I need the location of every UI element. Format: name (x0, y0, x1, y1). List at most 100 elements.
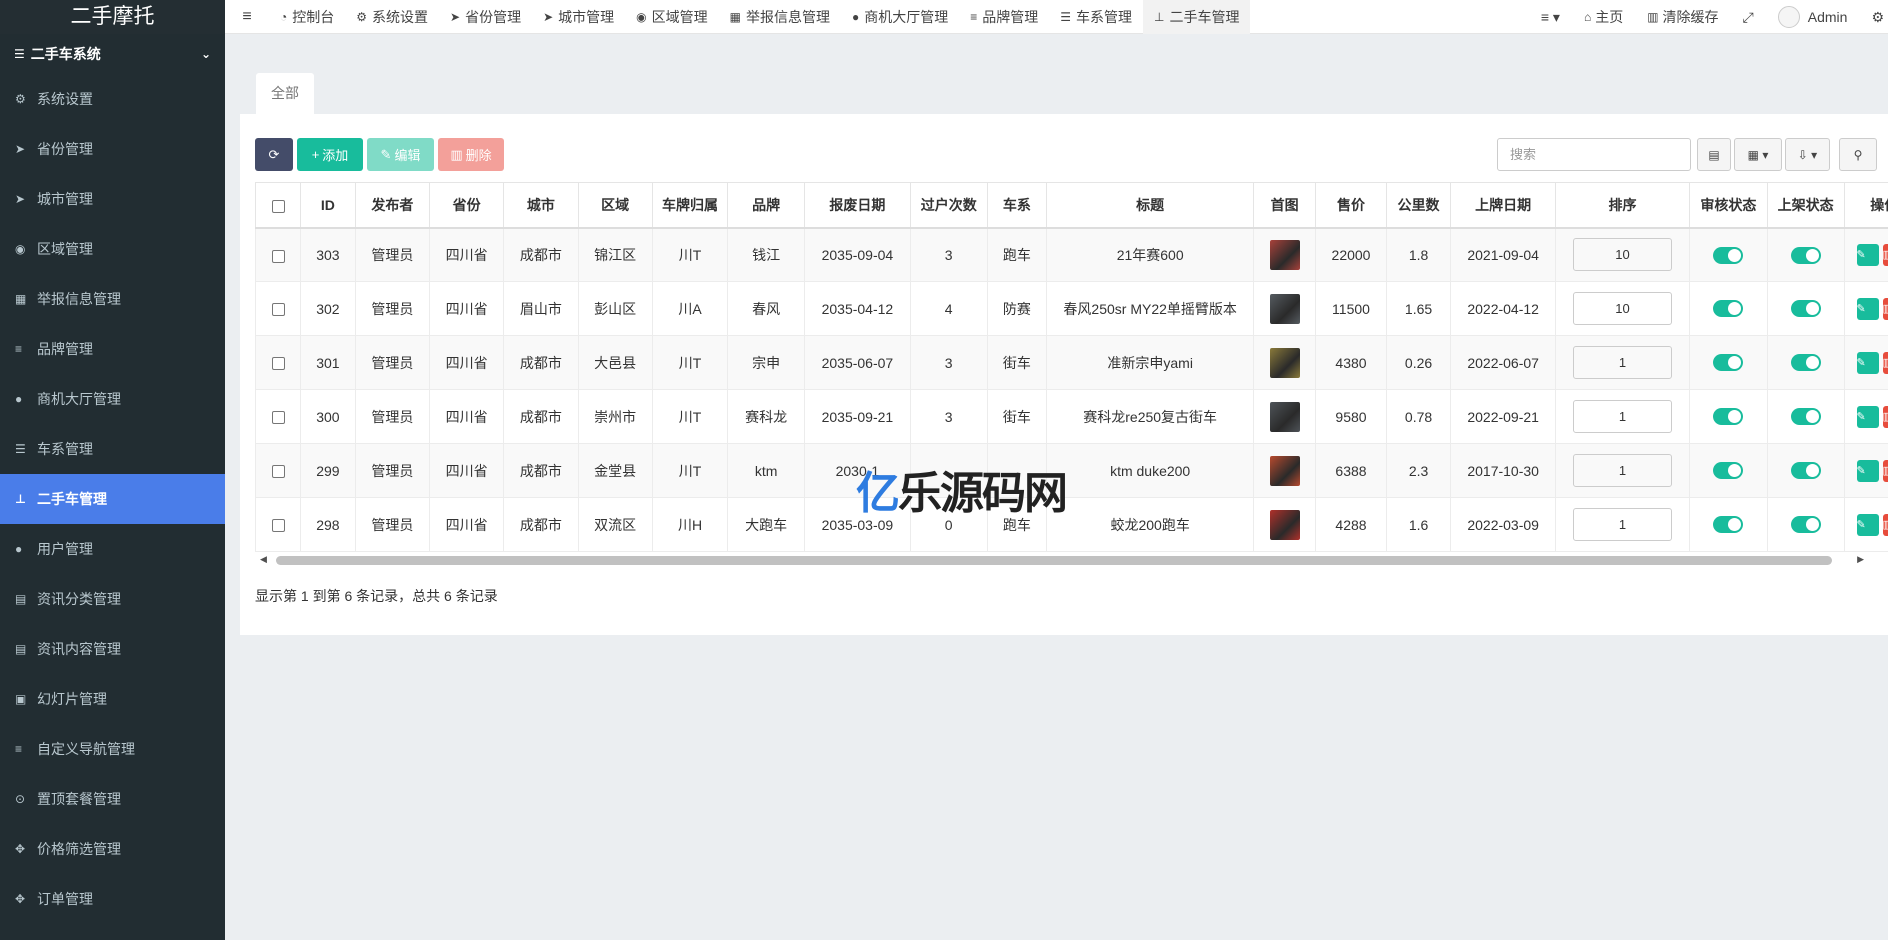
fullscreen-button[interactable]: ⤢ (1731, 9, 1766, 26)
search-button[interactable]: ⚲ (1839, 138, 1877, 171)
scroll-right-icon[interactable]: ▶ (1857, 554, 1864, 565)
sidebar-item[interactable]: ● 用户管理 (0, 524, 225, 574)
thumbnail-image[interactable] (1269, 455, 1300, 486)
nav-tab[interactable]: ● 商机大厅管理 (841, 0, 959, 34)
row-delete-button[interactable]: ▥ (1882, 459, 1888, 482)
column-header[interactable]: 公里数 (1385, 182, 1452, 229)
columns-button[interactable]: ▦ ▾ (1734, 138, 1782, 171)
horizontal-scrollbar[interactable]: ◀ ▶ (256, 554, 1876, 566)
table-row[interactable]: 298 管理员 四川省 成都市 双流区 川H 大跑车 2035-03-09 0 跑车 蛟龙200跑车… (255, 497, 1888, 552)
thumbnail-image[interactable] (1269, 347, 1300, 378)
thumbnail-image[interactable] (1269, 293, 1300, 324)
search-input[interactable]: 搜索 (1497, 138, 1691, 171)
tab-all[interactable]: 全部 (256, 73, 314, 114)
column-header[interactable]: 排序 (1555, 182, 1690, 229)
column-header[interactable]: 城市 (503, 182, 579, 229)
export-button[interactable]: ⇩ ▾ (1785, 138, 1830, 171)
home-link[interactable]: ⌂ 主页 (1572, 7, 1635, 27)
edit-button[interactable]: ✎ 编辑 (367, 138, 434, 171)
delete-button[interactable]: ▥ 删除 (438, 138, 504, 171)
review-toggle[interactable] (1713, 516, 1744, 534)
sidebar-item[interactable]: ≡ 品牌管理 (0, 324, 225, 374)
sidebar-item[interactable]: ▤ 资讯分类管理 (0, 574, 225, 624)
row-delete-button[interactable]: ▥ (1882, 297, 1888, 320)
table-row[interactable]: 302 管理员 四川省 眉山市 彭山区 川A 春风 2035-04-12 4 防赛 春风250sr … (255, 281, 1888, 336)
sidebar-item[interactable]: ▣ 幻灯片管理 (0, 674, 225, 724)
nav-tab[interactable]: ⊥ 二手车管理 (1143, 0, 1251, 34)
review-toggle[interactable] (1713, 462, 1744, 480)
sidebar-item[interactable]: ▤ 资讯内容管理 (0, 624, 225, 674)
listing-toggle[interactable] (1790, 516, 1821, 534)
column-header[interactable]: 车牌归属 (651, 182, 729, 229)
row-edit-button[interactable]: ✎ (1856, 243, 1879, 266)
app-logo[interactable]: 二手摩托 (0, 0, 225, 34)
row-edit-button[interactable]: ✎ (1856, 351, 1879, 374)
listing-toggle[interactable] (1790, 300, 1821, 318)
thumbnail-image[interactable] (1269, 509, 1300, 540)
sidebar-item[interactable]: ➤ 省份管理 (0, 124, 225, 174)
clear-cache-button[interactable]: ▥ 清除缓存 (1635, 7, 1730, 27)
sort-input[interactable]: 1 (1572, 400, 1672, 433)
nav-tab[interactable]: ◉ 区域管理 (625, 0, 718, 34)
refresh-button[interactable]: ⟳ (255, 138, 293, 171)
row-delete-button[interactable]: ▥ (1882, 351, 1888, 374)
nav-tab[interactable]: ≡ 品牌管理 (959, 0, 1049, 34)
column-header[interactable]: 品牌 (727, 182, 805, 229)
thumbnail-image[interactable] (1269, 239, 1300, 270)
table-row[interactable]: 303 管理员 四川省 成都市 锦江区 川T 钱江 2035-09-04 3 跑车 21年赛600 2… (255, 227, 1888, 282)
scroll-left-icon[interactable]: ◀ (260, 554, 267, 565)
sidebar-item[interactable]: ▦ 举报信息管理 (0, 274, 225, 324)
sidebar-item[interactable]: ☰ 车系管理 (0, 424, 225, 474)
row-delete-button[interactable]: ▥ (1882, 243, 1888, 266)
row-delete-button[interactable]: ▥ (1882, 405, 1888, 428)
sidebar-group-header[interactable]: ☰ 二手车系统 ⌄ (0, 34, 225, 74)
nav-tab[interactable]: ➤ 省份管理 (439, 0, 532, 34)
row-edit-button[interactable]: ✎ (1856, 459, 1879, 482)
sort-input[interactable]: 1 (1572, 346, 1672, 379)
more-menu-button[interactable]: ≡ ▾ (1529, 9, 1572, 26)
review-toggle[interactable] (1713, 354, 1744, 372)
column-header[interactable]: 首图 (1253, 182, 1317, 229)
sort-input[interactable]: 1 (1572, 508, 1672, 541)
review-toggle[interactable] (1713, 408, 1744, 426)
sidebar-item[interactable]: ⚙ 系统设置 (0, 74, 225, 124)
table-row[interactable]: 300 管理员 四川省 成都市 崇州市 川T 赛科龙 2035-09-21 3 街车 赛科龙re25… (255, 389, 1888, 444)
row-checkbox[interactable] (271, 465, 285, 479)
add-button[interactable]: + 添加 (297, 138, 363, 171)
table-row[interactable]: 299 管理员 四川省 成都市 金堂县 川T ktm 2030-1 ktm duke200 638… (255, 443, 1888, 498)
row-delete-button[interactable]: ▥ (1882, 513, 1888, 536)
toggle-view-button[interactable]: ▤ (1697, 138, 1731, 171)
column-header[interactable]: 车系 (986, 182, 1048, 229)
listing-toggle[interactable] (1790, 354, 1821, 372)
row-checkbox[interactable] (271, 411, 285, 425)
sidebar-item[interactable]: ✥ 价格筛选管理 (0, 824, 225, 874)
nav-tab[interactable]: ⚙ 系统设置 (345, 0, 439, 34)
sidebar-item[interactable]: ➤ 城市管理 (0, 174, 225, 224)
row-edit-button[interactable]: ✎ (1856, 513, 1879, 536)
listing-toggle[interactable] (1790, 246, 1821, 264)
review-toggle[interactable] (1713, 300, 1744, 318)
sidebar-item[interactable]: ◉ 区域管理 (0, 224, 225, 274)
column-header[interactable]: 报废日期 (803, 182, 911, 229)
column-header[interactable]: 区域 (577, 182, 653, 229)
review-toggle[interactable] (1713, 246, 1744, 264)
scrollbar-thumb[interactable] (276, 556, 1832, 565)
column-header[interactable]: 省份 (429, 182, 505, 229)
sort-input[interactable]: 10 (1572, 238, 1672, 272)
column-header[interactable]: 发布者 (354, 182, 431, 229)
sort-input[interactable]: 1 (1572, 454, 1672, 487)
sidebar-item[interactable]: ⊙ 置顶套餐管理 (0, 774, 225, 824)
nav-tab[interactable]: ☰ 车系管理 (1049, 0, 1143, 34)
listing-toggle[interactable] (1790, 462, 1821, 480)
sidebar-item[interactable]: ● 商机大厅管理 (0, 374, 225, 424)
row-edit-button[interactable]: ✎ (1856, 405, 1879, 428)
column-header[interactable]: 操作 (1843, 182, 1888, 229)
row-checkbox[interactable] (271, 357, 285, 371)
row-checkbox[interactable] (271, 303, 285, 317)
column-header[interactable]: ID (300, 182, 356, 229)
sidebar-item[interactable]: ✥ 订单管理 (0, 874, 225, 924)
row-checkbox[interactable] (271, 249, 285, 263)
row-checkbox[interactable] (271, 519, 285, 533)
listing-toggle[interactable] (1790, 408, 1821, 426)
row-edit-button[interactable]: ✎ (1856, 297, 1879, 320)
